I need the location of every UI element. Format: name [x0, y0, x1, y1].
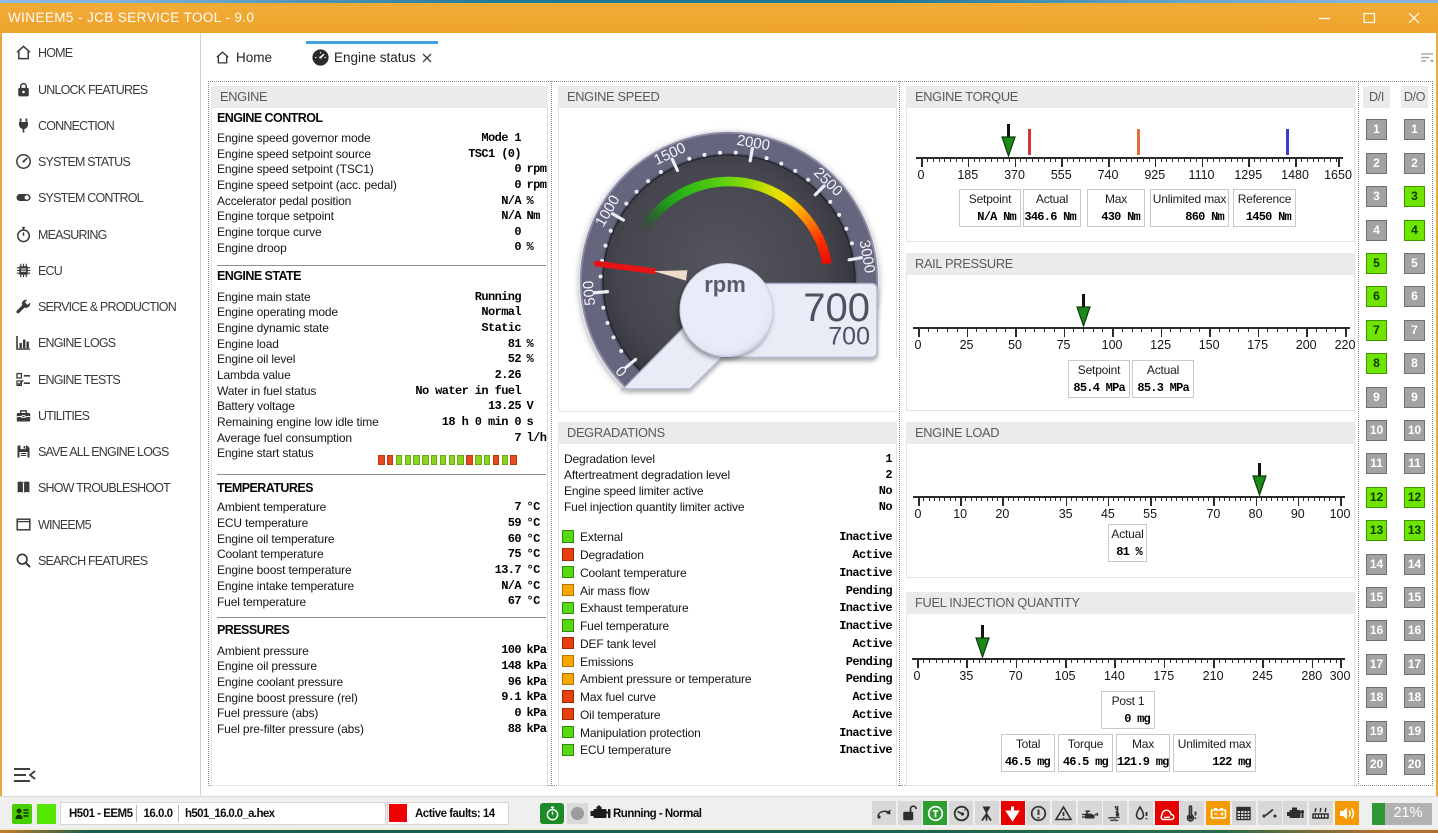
svg-text:500: 500 — [580, 280, 599, 306]
svg-text:700: 700 — [828, 323, 870, 351]
svg-text:rpm: rpm — [704, 272, 746, 297]
